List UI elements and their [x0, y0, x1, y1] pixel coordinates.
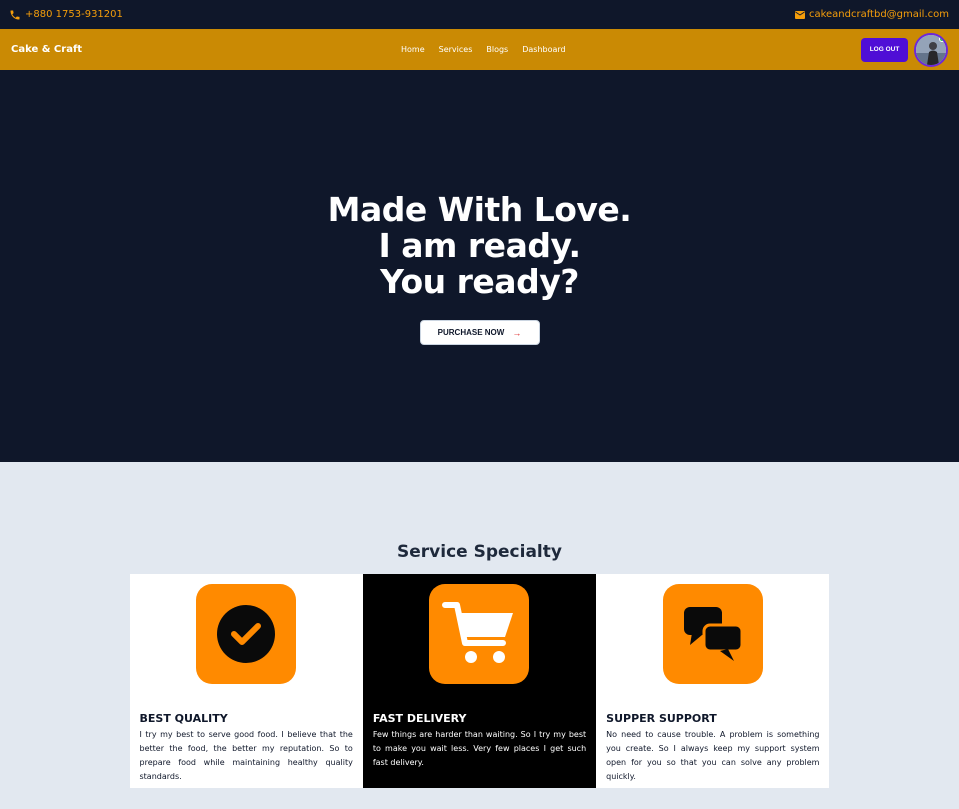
- online-status-dot: [939, 35, 945, 42]
- email-contact[interactable]: cakeandcraftbd@gmail.com: [794, 9, 949, 20]
- brand-logo[interactable]: Cake & Craft: [11, 44, 82, 55]
- service-card-support: SUPPER SUPPORT No need to cause trouble.…: [596, 574, 830, 788]
- service-title: SUPPER SUPPORT: [606, 712, 717, 725]
- nav-dashboard[interactable]: Dashboard: [522, 45, 565, 54]
- cart-icon: [429, 584, 530, 684]
- contact-bar: +880 1753-931201 cakeandcraftbd@gmail.co…: [0, 0, 959, 29]
- hero-section: Made With Love. I am ready. You ready? P…: [0, 70, 959, 462]
- services-section: Service Specialty BEST QUALITY I try my …: [0, 462, 959, 788]
- hero-line-3: You ready?: [380, 262, 579, 301]
- email-address: cakeandcraftbd@gmail.com: [808, 9, 949, 20]
- service-card-delivery: FAST DELIVERY Few things are harder than…: [362, 574, 597, 788]
- purchase-now-button[interactable]: PURCHASE NOW →: [419, 320, 540, 345]
- nav-links: Home Services Blogs Dashboard: [401, 29, 566, 70]
- service-title: BEST QUALITY: [139, 712, 228, 725]
- services-heading: Service Specialty: [397, 542, 562, 562]
- service-title: FAST DELIVERY: [372, 712, 467, 725]
- hero-heading: Made With Love. I am ready. You ready?: [328, 192, 632, 300]
- nav-services[interactable]: Services: [439, 45, 473, 54]
- chat-bubbles-icon: [662, 584, 763, 684]
- arrow-right-icon: →: [512, 327, 522, 338]
- service-description: Few things are harder than waiting. So I…: [372, 730, 587, 767]
- purchase-label: PURCHASE NOW: [437, 328, 505, 337]
- phone-icon: [9, 9, 21, 21]
- logout-button[interactable]: LOG OUT: [861, 37, 908, 62]
- envelope-icon: [794, 10, 805, 19]
- service-description: I try my best to serve good food. I beli…: [139, 730, 353, 781]
- nav-blogs[interactable]: Blogs: [486, 45, 508, 54]
- hero-line-1: Made With Love.: [327, 190, 632, 229]
- check-circle-icon: [196, 584, 297, 684]
- nav-home[interactable]: Home: [401, 45, 425, 54]
- service-card-quality: BEST QUALITY I try my best to serve good…: [129, 574, 363, 788]
- phone-number: +880 1753-931201: [25, 9, 123, 20]
- phone-contact[interactable]: +880 1753-931201: [9, 9, 123, 21]
- service-description: No need to cause trouble. A problem is s…: [606, 730, 820, 781]
- main-navbar: Cake & Craft Home Services Blogs Dashboa…: [0, 29, 959, 70]
- hero-line-2: I am ready.: [378, 226, 581, 265]
- avatar[interactable]: [914, 32, 948, 67]
- service-cards: BEST QUALITY I try my best to serve good…: [129, 574, 830, 788]
